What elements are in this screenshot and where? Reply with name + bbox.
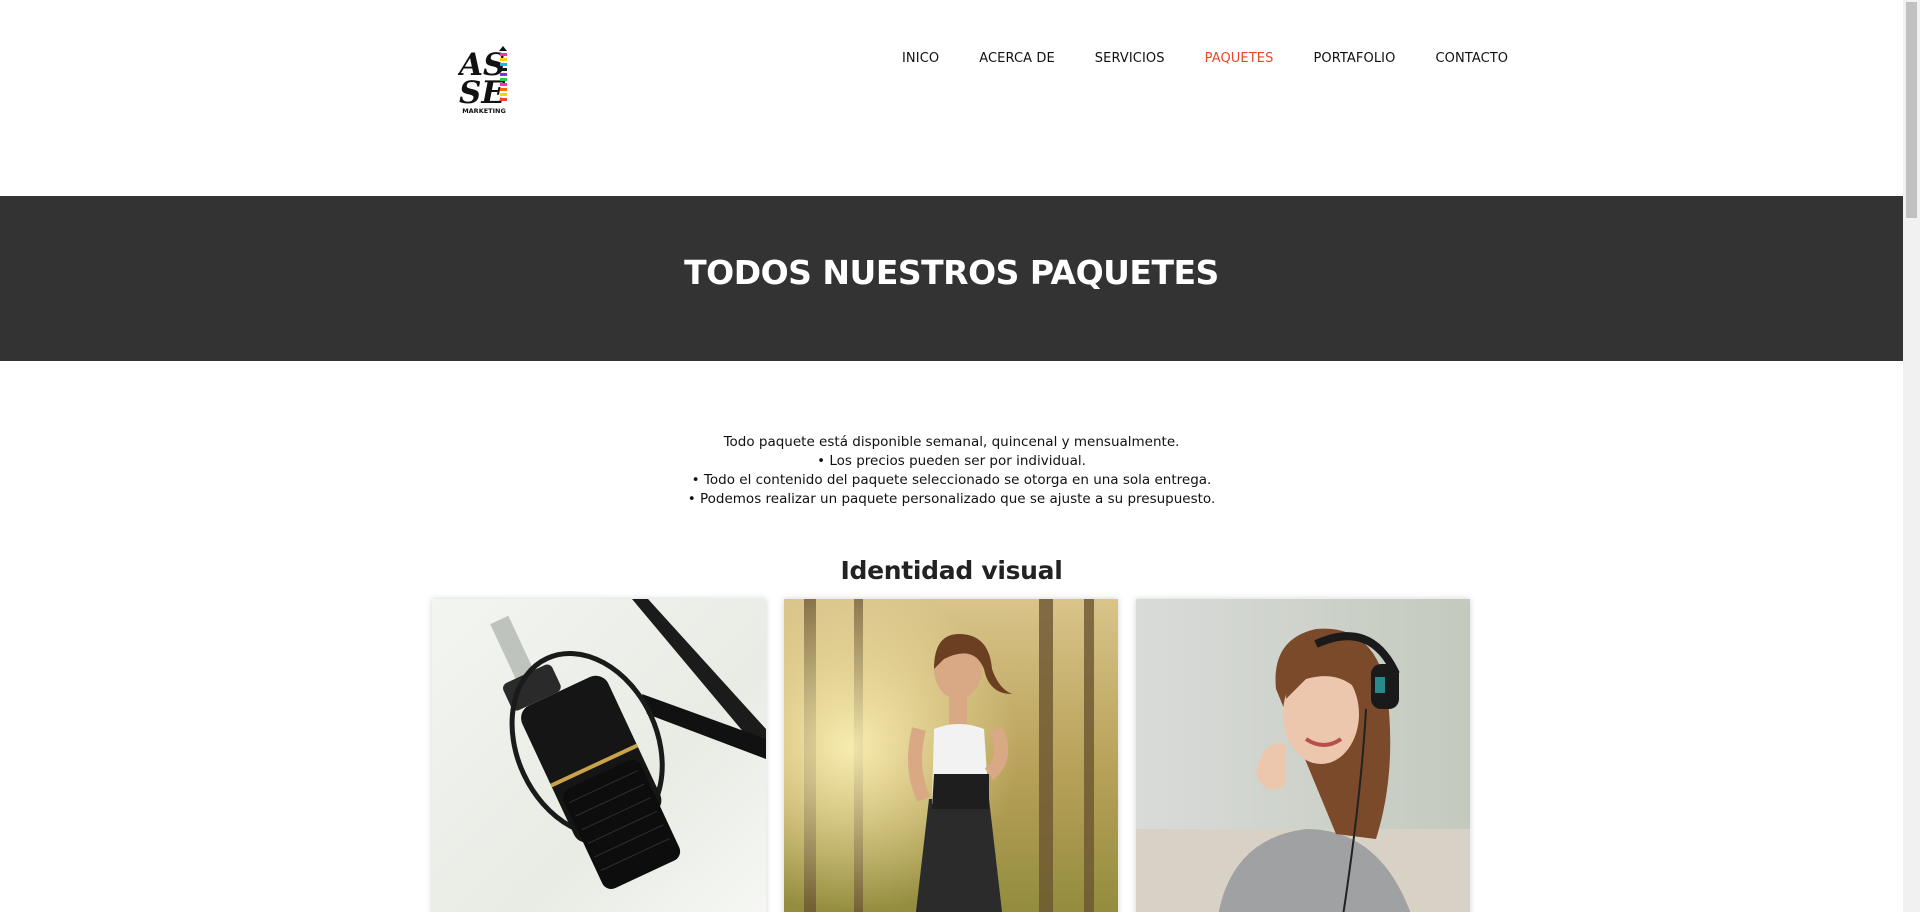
runner-woman-photo bbox=[784, 599, 1118, 912]
package-card-headphones[interactable] bbox=[1136, 599, 1470, 912]
nav-paquetes[interactable]: PAQUETES bbox=[1205, 51, 1274, 67]
page: AS SE MARKETING INICO ACERCA DE SERVICIO… bbox=[0, 0, 1903, 912]
site-header: AS SE MARKETING INICO ACERCA DE SERVICIO… bbox=[0, 0, 1903, 196]
nav-contacto[interactable]: CONTACTO bbox=[1435, 51, 1508, 67]
section-title-text: Identidad visual bbox=[840, 556, 1063, 585]
page-scrollbar[interactable] bbox=[1903, 0, 1920, 912]
page-banner: TODOS NUESTROS PAQUETES bbox=[0, 196, 1903, 361]
brand-logo[interactable]: AS SE MARKETING bbox=[458, 43, 510, 115]
page-title: TODOS NUESTROS PAQUETES bbox=[684, 253, 1219, 292]
info-line: • Los precios pueden ser por individual. bbox=[817, 453, 1086, 469]
scrollbar-thumb[interactable] bbox=[1906, 2, 1917, 218]
package-card-microphone[interactable] bbox=[432, 599, 766, 912]
section-title: Identidad visual bbox=[0, 556, 1903, 585]
nav-acerca-de[interactable]: ACERCA DE bbox=[979, 51, 1055, 67]
info-line: Todo paquete está disponible semanal, qu… bbox=[723, 434, 1180, 450]
info-line: • Podemos realizar un paquete personaliz… bbox=[687, 491, 1216, 507]
nav-servicios[interactable]: SERVICIOS bbox=[1095, 51, 1165, 67]
microphone-photo bbox=[432, 599, 766, 912]
woman-headphones-photo bbox=[1136, 599, 1470, 912]
packages-info: Todo paquete está disponible semanal, qu… bbox=[0, 433, 1903, 509]
logo-caption: MARKETING bbox=[462, 107, 506, 115]
nav-inico[interactable]: INICO bbox=[902, 51, 939, 67]
logo-text-bottom: SE bbox=[459, 75, 505, 111]
package-card-runner[interactable] bbox=[784, 599, 1118, 912]
nav-portafolio[interactable]: PORTAFOLIO bbox=[1313, 51, 1395, 67]
info-line: • Todo el contenido del paquete seleccio… bbox=[691, 472, 1212, 488]
main-nav: INICO ACERCA DE SERVICIOS PAQUETES PORTA… bbox=[902, 51, 1508, 67]
package-cards bbox=[432, 599, 1470, 912]
